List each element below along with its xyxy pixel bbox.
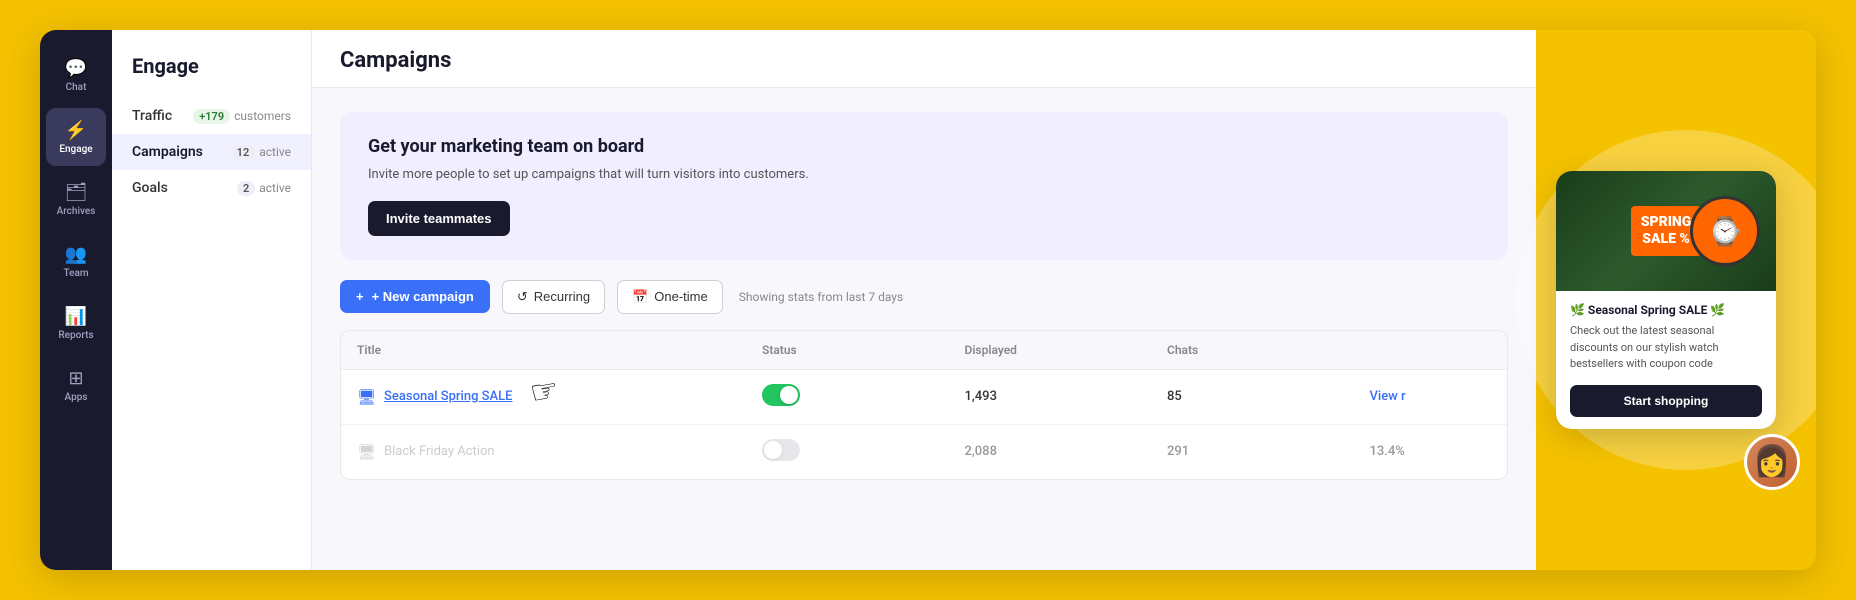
- table-row: 🖥 Seasonal Spring SALE 1,493 85 View r: [341, 370, 1507, 425]
- campaign-name-cell-2: 🖥 Black Friday Action: [357, 443, 762, 461]
- recurring-icon: ↺: [517, 289, 528, 305]
- sidebar-label-archives: Archives: [57, 206, 96, 217]
- sidebar-traffic[interactable]: Traffic +179 customers: [112, 98, 311, 134]
- sidebar-item-reports[interactable]: 📊 Reports: [46, 294, 106, 352]
- sidebar-item-engage[interactable]: ⚡ Engage: [46, 108, 106, 166]
- desktop-icon-2: 🖥: [357, 443, 376, 461]
- sidebar-header: Engage: [112, 50, 311, 98]
- stats-label: Showing stats from last 7 days: [739, 290, 903, 304]
- sidebar-goals-badge: 2 active: [237, 181, 291, 196]
- plus-icon: +: [356, 289, 364, 304]
- new-campaign-label: + New campaign: [372, 289, 474, 304]
- sidebar-campaigns-badge: 12 active: [231, 145, 291, 160]
- calendar-icon: 📅: [632, 289, 648, 305]
- promo-title: Get your marketing team on board: [368, 136, 1480, 157]
- traffic-badge-label: customers: [234, 109, 291, 123]
- sidebar-item-archives[interactable]: 🗂 Archives: [46, 170, 106, 228]
- sidebar-goals-left: Goals: [132, 180, 168, 196]
- sidebar-label-engage: Engage: [59, 144, 92, 155]
- page-title: Campaigns: [340, 48, 1508, 73]
- main-header: Campaigns: [312, 30, 1536, 88]
- one-time-filter-button[interactable]: 📅 One-time: [617, 280, 723, 314]
- campaign-name-1[interactable]: Seasonal Spring SALE: [384, 389, 512, 404]
- recurring-label: Recurring: [534, 289, 590, 304]
- table-row: 🖥 Black Friday Action 2,088 291 13.4%: [341, 425, 1507, 479]
- campaign-name-cell-1: 🖥 Seasonal Spring SALE: [357, 388, 762, 406]
- sidebar-item-team[interactable]: 👥 Team: [46, 232, 106, 290]
- campaigns-table: Title Status Displayed Chats 🖥 Seasonal …: [340, 330, 1508, 480]
- chats-2: 291: [1167, 444, 1370, 459]
- traffic-badge-num: +179: [193, 109, 230, 124]
- sidebar-traffic-badge: +179 customers: [193, 109, 291, 124]
- table-header: Title Status Displayed Chats: [341, 331, 1507, 370]
- goals-badge-num: 2: [237, 181, 255, 196]
- sidebar-traffic-left: Traffic: [132, 108, 172, 124]
- desktop-icon: 🖥: [357, 388, 376, 406]
- sidebar-goals[interactable]: Goals 2 active: [112, 170, 311, 206]
- popup-subtitle: 🌿 Seasonal Spring SALE 🌿: [1570, 303, 1762, 317]
- displayed-2: 2,088: [965, 444, 1168, 459]
- campaigns-badge-num: 12: [231, 145, 256, 160]
- one-time-label: One-time: [654, 289, 707, 304]
- view-link-1[interactable]: View r: [1370, 389, 1492, 404]
- main-content: Campaigns Get your marketing team on boa…: [312, 30, 1536, 570]
- sidebar-campaigns[interactable]: Campaigns 12 active: [112, 134, 311, 170]
- chats-1: 85: [1167, 389, 1370, 404]
- popup-card: SPRINGSALE % ⌚ 🌿 Seasonal Spring SALE 🌿 …: [1556, 171, 1776, 429]
- avatar-container: 👩: [1744, 434, 1800, 490]
- icon-sidebar: 💬 Chat ⚡ Engage 🗂 Archives 👥 Team 📊 Repo…: [40, 30, 112, 570]
- campaign-name-2[interactable]: Black Friday Action: [384, 444, 495, 459]
- th-action: [1370, 343, 1492, 357]
- new-campaign-button[interactable]: + + New campaign: [340, 280, 490, 313]
- status-toggle-2[interactable]: [762, 439, 965, 465]
- watch-icon: ⌚: [1690, 196, 1760, 266]
- right-panel: SPRINGSALE % ⌚ 🌿 Seasonal Spring SALE 🌿 …: [1536, 30, 1816, 570]
- engage-icon: ⚡: [65, 120, 87, 141]
- apps-icon: ⊞: [68, 368, 83, 389]
- th-displayed: Displayed: [965, 343, 1168, 357]
- rate-2: 13.4%: [1370, 444, 1492, 459]
- displayed-1: 1,493: [965, 389, 1168, 404]
- popup-description: Check out the latest seasonal discounts …: [1570, 323, 1762, 373]
- team-icon: 👥: [65, 244, 87, 265]
- invite-teammates-button[interactable]: Invite teammates: [368, 201, 510, 236]
- sidebar-goals-label: Goals: [132, 180, 168, 196]
- avatar-face: 👩: [1753, 447, 1790, 477]
- toggle-inactive-2[interactable]: [762, 439, 800, 461]
- promo-card: Get your marketing team on board Invite …: [340, 112, 1508, 260]
- promo-description: Invite more people to set up campaigns t…: [368, 165, 1480, 185]
- sidebar-label-reports: Reports: [58, 330, 93, 341]
- th-chats: Chats: [1167, 343, 1370, 357]
- recurring-filter-button[interactable]: ↺ Recurring: [502, 280, 605, 314]
- th-title: Title: [357, 343, 762, 357]
- main-body: Get your marketing team on board Invite …: [312, 88, 1536, 570]
- avatar: 👩: [1744, 434, 1800, 490]
- secondary-sidebar: Engage Traffic +179 customers Campaigns …: [112, 30, 312, 570]
- sidebar-item-chat[interactable]: 💬 Chat: [46, 46, 106, 104]
- start-shopping-button[interactable]: Start shopping: [1570, 385, 1762, 417]
- sidebar-traffic-label: Traffic: [132, 108, 172, 124]
- sidebar-label-chat: Chat: [66, 82, 87, 93]
- popup-body: 🌿 Seasonal Spring SALE 🌿 Check out the l…: [1556, 291, 1776, 429]
- chat-icon: 💬: [65, 58, 87, 79]
- status-toggle-1[interactable]: [762, 384, 965, 410]
- sidebar-campaigns-label: Campaigns: [132, 144, 203, 160]
- popup-image: SPRINGSALE % ⌚: [1556, 171, 1776, 291]
- th-status: Status: [762, 343, 965, 357]
- reports-icon: 📊: [65, 306, 87, 327]
- campaigns-badge-label: active: [259, 145, 291, 159]
- sidebar-label-team: Team: [63, 268, 88, 279]
- goals-badge-label: active: [259, 181, 291, 195]
- app-container: 💬 Chat ⚡ Engage 🗂 Archives 👥 Team 📊 Repo…: [40, 30, 1816, 570]
- sidebar-label-apps: Apps: [65, 392, 88, 403]
- toggle-active-1[interactable]: [762, 384, 800, 406]
- campaign-controls: + + New campaign ↺ Recurring 📅 One-time …: [340, 280, 1508, 314]
- sidebar-campaigns-left: Campaigns: [132, 144, 203, 160]
- sidebar-item-apps[interactable]: ⊞ Apps: [46, 356, 106, 414]
- archives-icon: 🗂: [65, 182, 88, 203]
